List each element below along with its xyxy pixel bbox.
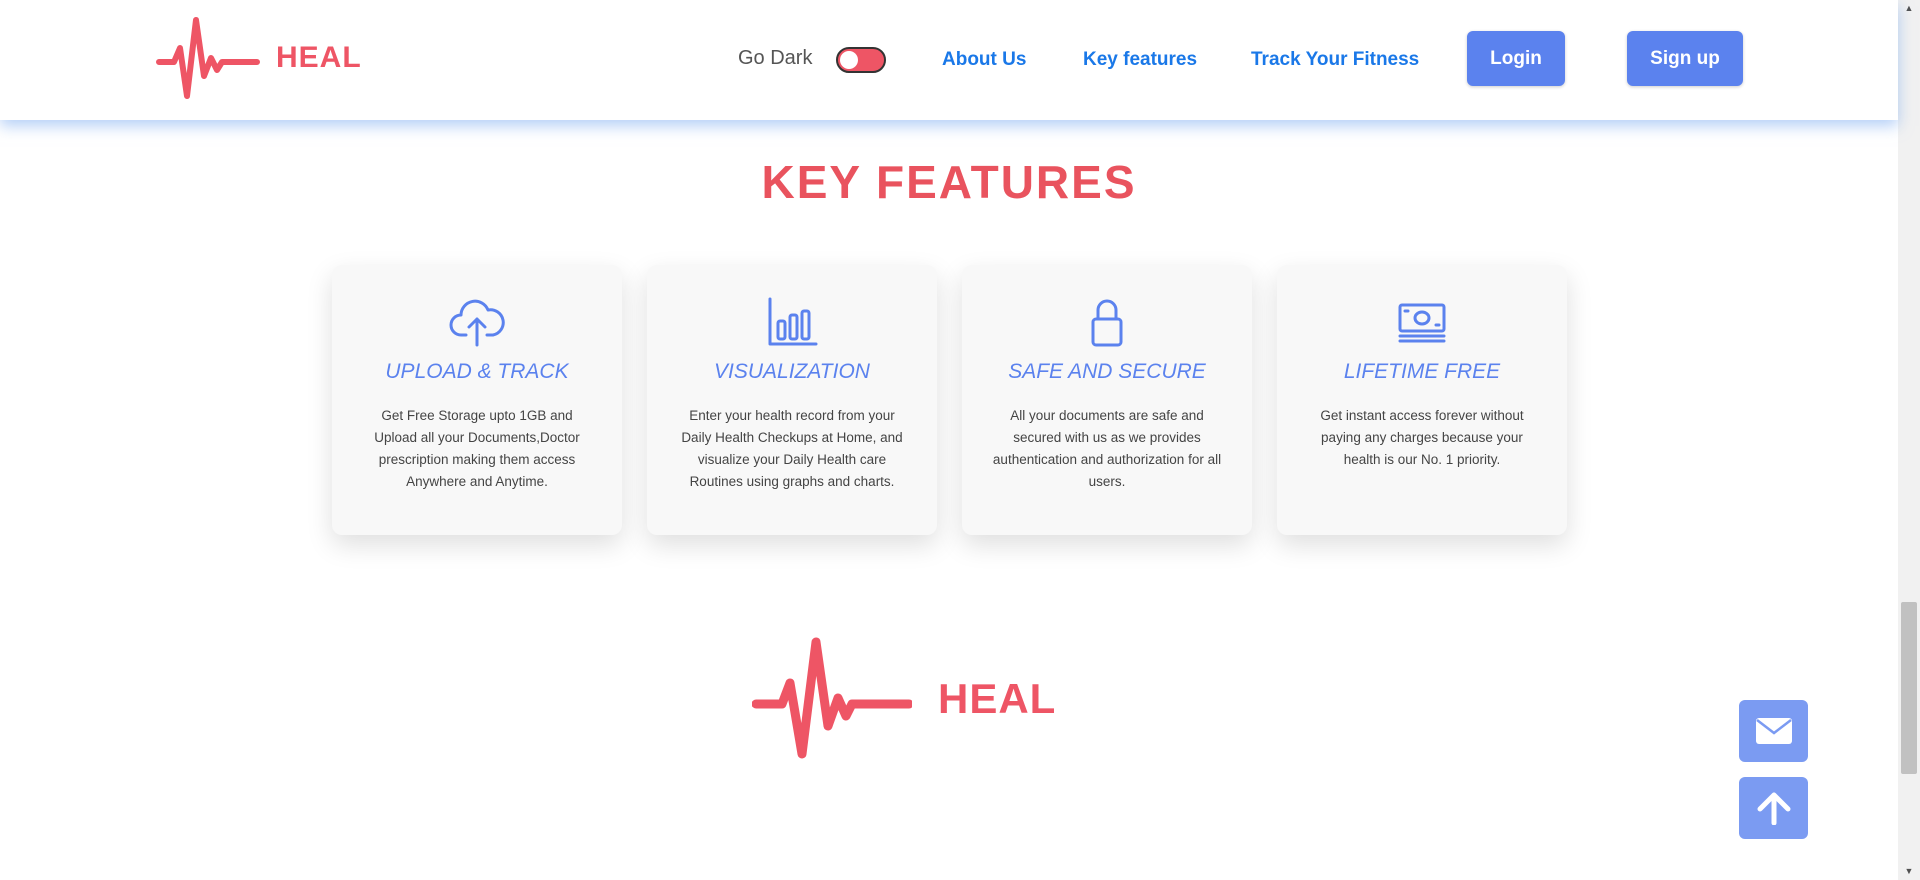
feature-desc: Get Free Storage upto 1GB and Upload all… bbox=[374, 408, 580, 489]
signup-button[interactable]: Sign up bbox=[1627, 31, 1743, 86]
scrollbar-thumb[interactable] bbox=[1901, 602, 1917, 774]
section-title: KEY FEATURES bbox=[761, 156, 1137, 208]
login-button[interactable]: Login bbox=[1467, 31, 1565, 86]
feature-title: LIFETIME FREE bbox=[1343, 360, 1501, 383]
feature-title: SAFE AND SECURE bbox=[1008, 360, 1206, 383]
bar-chart-icon bbox=[768, 297, 818, 346]
feature-desc: All your documents are safe and secured … bbox=[992, 408, 1222, 489]
mail-button[interactable] bbox=[1739, 700, 1808, 762]
feature-card-upload: UPLOAD & TRACK Get Free Storage upto 1GB… bbox=[332, 265, 622, 535]
nav-key-features[interactable]: Key features bbox=[1083, 49, 1197, 71]
dark-mode-toggle[interactable] bbox=[836, 47, 886, 73]
scroll-down-arrow-icon[interactable]: ▼ bbox=[1898, 863, 1920, 880]
scroll-to-top-button[interactable] bbox=[1739, 777, 1808, 839]
toggle-knob bbox=[840, 51, 858, 69]
footer-logo[interactable]: HEAL bbox=[752, 636, 1056, 762]
feature-desc: Get instant access forever without payin… bbox=[1320, 408, 1524, 467]
heartbeat-logo-icon bbox=[156, 17, 260, 99]
nav-track-fitness[interactable]: Track Your Fitness bbox=[1251, 49, 1419, 71]
feature-desc: Enter your health record from your Daily… bbox=[681, 408, 903, 489]
cloud-upload-icon bbox=[449, 299, 505, 347]
logo-text: HEAL bbox=[276, 41, 362, 74]
arrow-up-icon bbox=[1757, 792, 1790, 825]
lock-icon bbox=[1091, 299, 1123, 347]
footer-logo-text: HEAL bbox=[938, 675, 1057, 722]
feature-card-free: LIFETIME FREE Get instant access forever… bbox=[1277, 265, 1567, 535]
money-icon bbox=[1398, 303, 1446, 343]
page-scrollbar[interactable]: ▲ ▼ bbox=[1898, 0, 1920, 880]
feature-card-visualization: VISUALIZATION Enter your health record f… bbox=[647, 265, 937, 535]
feature-title: UPLOAD & TRACK bbox=[385, 360, 569, 383]
site-header: HEAL Go Dark About Us Key features Track… bbox=[0, 0, 1898, 120]
scroll-up-arrow-icon[interactable]: ▲ bbox=[1898, 0, 1920, 17]
mail-icon bbox=[1755, 718, 1792, 744]
feature-card-secure: SAFE AND SECURE All your documents are s… bbox=[962, 265, 1252, 535]
heartbeat-logo-icon bbox=[752, 637, 912, 759]
header-logo[interactable]: HEAL bbox=[156, 16, 362, 100]
dark-mode-label: Go Dark bbox=[738, 47, 813, 69]
feature-title: VISUALIZATION bbox=[714, 360, 870, 383]
nav-about-us[interactable]: About Us bbox=[942, 49, 1026, 71]
